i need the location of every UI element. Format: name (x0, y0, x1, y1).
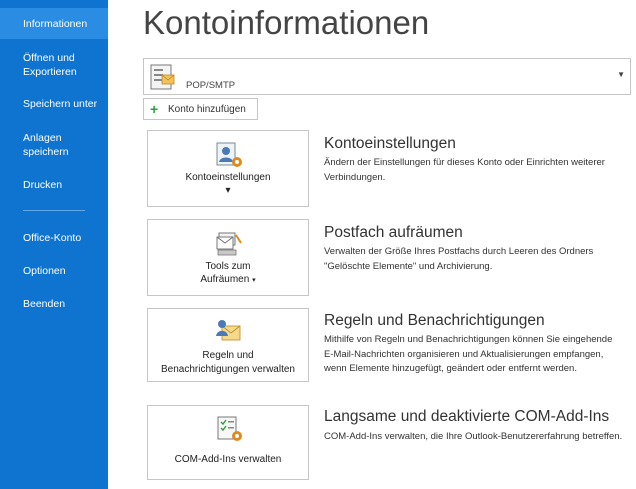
sidebar-item-label: Beenden (23, 298, 66, 310)
manage-rules-button[interactable]: Regeln und Benachrichtigungen verwalten (147, 308, 309, 382)
sidebar-item-label: Informationen (23, 18, 88, 30)
page-title: Kontoinformationen (143, 4, 430, 41)
rules-alerts-icon (216, 320, 241, 341)
section-desc-mailbox-cleanup: Verwalten der Größe Ihres Postfachs durc… (324, 246, 594, 272)
account-type: POP/SMTP (186, 80, 236, 91)
section-title-mailbox-cleanup: Postfach aufräumen (324, 224, 463, 241)
sidebar-item-beenden[interactable]: Beenden (0, 297, 108, 311)
section-desc-account-settings: Ändern der Einstellungen für dieses Kont… (324, 157, 605, 183)
sidebar-item-label: Speichern unter (23, 98, 98, 110)
sidebar-item-office-konto[interactable]: Office-Konto (0, 231, 108, 245)
manage-rules-label-line1: Regeln und (202, 350, 254, 361)
add-account-button[interactable]: + Konto hinzufügen (143, 98, 258, 120)
sidebar-item-label: Drucken (23, 179, 63, 191)
chevron-down-icon: ▾ (252, 277, 256, 284)
sidebar-item-oeffnen-exportieren[interactable]: Öffnen und Exportieren (0, 51, 100, 79)
sidebar-item-label: Öffnen und Exportieren (23, 52, 77, 78)
sidebar-item-label: Anlagen speichern (23, 132, 69, 158)
section-desc-rules-alerts: Mithilfe von Regeln und Benachrichtigung… (324, 334, 613, 374)
manage-rules-label-line2: Benachrichtigungen verwalten (161, 364, 295, 375)
outlook-backstage: Informationen Öffnen und Exportieren Spe… (0, 0, 636, 489)
sidebar-item-informationen[interactable]: Informationen (0, 8, 108, 39)
account-selector[interactable]: POP/SMTP ▼ (143, 58, 631, 95)
sidebar-item-drucken[interactable]: Drucken (0, 178, 108, 192)
section-title-rules-alerts: Regeln und Benachrichtigungen (324, 312, 545, 329)
chevron-down-icon: ▾ (225, 185, 231, 196)
mail-account-icon (150, 64, 175, 90)
sidebar-divider (23, 210, 85, 211)
sidebar: Informationen Öffnen und Exportieren Spe… (0, 0, 108, 489)
com-addins-icon (217, 416, 242, 441)
sidebar-item-anlagen-speichern[interactable]: Anlagen speichern (0, 131, 90, 159)
account-settings-label: Kontoeinstellungen (185, 172, 271, 183)
manage-com-addins-button[interactable]: COM-Add-Ins verwalten (147, 405, 309, 480)
sidebar-item-label: Optionen (23, 265, 66, 277)
cleanup-tools-button[interactable]: Tools zum Aufräumen ▾ (147, 219, 309, 296)
section-title-account-settings: Kontoeinstellungen (324, 135, 456, 152)
cleanup-tools-label-line2: Aufräumen ▾ (148, 273, 308, 288)
sidebar-item-label: Office-Konto (23, 232, 82, 244)
account-settings-icon (216, 142, 242, 167)
plus-icon: + (150, 101, 159, 117)
cleanup-tools-label-line2-text: Aufräumen (200, 274, 250, 285)
cleanup-tools-label-line1: Tools zum (205, 261, 251, 272)
section-desc-com-addins: COM-Add-Ins verwalten, die Ihre Outlook-… (324, 431, 623, 442)
cleanup-tools-icon (216, 232, 242, 256)
sidebar-item-optionen[interactable]: Optionen (0, 264, 108, 278)
sidebar-item-speichern-unter[interactable]: Speichern unter (0, 97, 108, 111)
section-title-com-addins: Langsame und deaktivierte COM-Add-Ins (324, 408, 610, 425)
chevron-down-icon: ▼ (617, 70, 625, 79)
add-account-label: Konto hinzufügen (168, 104, 246, 115)
account-settings-button[interactable]: Kontoeinstellungen ▾ (147, 130, 309, 207)
manage-com-addins-label: COM-Add-Ins verwalten (174, 454, 282, 465)
